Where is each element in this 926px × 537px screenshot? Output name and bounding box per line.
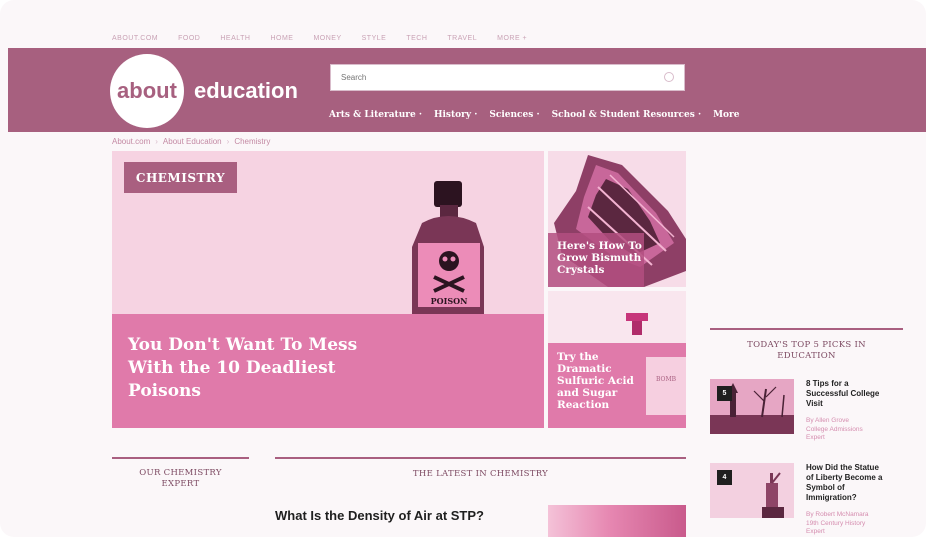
beaker-label: BOMB [656,376,677,383]
logo-word-education: education [194,78,298,103]
byline-line: By Allen Grove [806,417,849,424]
global-nav-item-money[interactable]: MONEY [313,35,341,42]
top-picks-heading: TODAY'S TOP 5 PICKS IN EDUCATION [710,340,903,362]
category-nav-history[interactable]: History · [434,110,477,120]
heading-line: TODAY'S TOP 5 PICKS IN [747,340,866,350]
breadcrumb: About.com › About Education › Chemistry [112,137,270,146]
tile-title-line: Reaction [557,399,610,411]
global-nav-item-food[interactable]: FOOD [178,35,200,42]
site-logo[interactable]: about education [110,54,298,128]
feature-tile-bismuth[interactable]: Here's How To Grow Bismuth Crystals [548,151,686,287]
tile-title-line: Crystals [557,264,605,276]
pick-byline[interactable]: By Allen Grove College Admissions Expert [806,417,903,443]
tile-title: Here's How To Grow Bismuth Crystals [557,240,642,276]
search-icon[interactable] [664,72,674,82]
category-nav-school-resources[interactable]: School & Student Resources · [552,110,702,120]
heading-line: EDUCATION [777,351,836,361]
page: ABOUT.COM FOOD HEALTH HOME MONEY STYLE T… [0,0,926,537]
pick-thumbnail: 5 [710,379,794,434]
pick-title-line: How Did the Statue [806,463,879,472]
site-header: about education Arts & Literature · Hist… [8,48,926,132]
byline-line: By Robert McNamara [806,511,869,518]
global-nav-item-travel[interactable]: TRAVEL [447,35,477,42]
global-nav-item-about[interactable]: ABOUT.COM [112,35,158,42]
pick-title-line: Successful College [806,389,880,398]
pick-title-line: Symbol of [806,483,845,492]
tile-title-line: Grow Bismuth [557,252,642,264]
pick-thumbnail: 4 [710,463,794,518]
pick-title-line: of Liberty Become a [806,473,883,482]
pick-title-line: Visit [806,399,823,408]
latest-heading: THE LATEST IN CHEMISTRY [412,469,549,479]
byline-line: Expert [806,528,825,535]
category-nav-sciences[interactable]: Sciences · [489,110,539,120]
search-box [330,64,685,91]
heading-line: EXPERT [161,479,200,489]
pick-title-line: Immigration? [806,493,857,502]
poison-label-text: POISON [431,296,468,306]
global-nav-item-home[interactable]: HOME [270,35,293,42]
category-tag[interactable]: CHEMISTRY [124,162,237,193]
byline-line: 19th Century History [806,519,866,527]
feature-tile-sulfuric-acid[interactable]: BOMB Try the Dramatic Sulfuric Acid and … [548,291,686,428]
global-nav-item-tech[interactable]: TECH [406,35,427,42]
expert-heading: OUR CHEMISTRY EXPERT [112,468,249,490]
pick-title-line: 8 Tips for a [806,379,849,388]
tile-title-line: Try the [557,351,599,363]
tile-title-line: and Sugar [557,387,618,399]
tile-title-line: Dramatic [557,363,612,375]
category-nav-more[interactable]: More [713,110,739,120]
tile-title-line: Here's How To [557,240,642,252]
breadcrumb-about[interactable]: About.com [112,137,150,146]
heading-line: OUR CHEMISTRY [139,468,222,478]
category-nav: Arts & Literature · History · Sciences ·… [329,110,740,120]
tile-title: Try the Dramatic Sulfuric Acid and Sugar… [557,351,634,411]
section-rule [112,457,249,459]
global-nav: ABOUT.COM FOOD HEALTH HOME MONEY STYLE T… [112,35,527,42]
latest-article-title[interactable]: What Is the Density of Air at STP? [275,508,484,523]
search-input[interactable] [331,65,684,90]
global-nav-item-style[interactable]: STYLE [362,35,387,42]
latest-article-thumbnail[interactable] [548,505,686,537]
breadcrumb-separator: › [155,137,158,146]
hero-title-line: With the 10 Deadliest [128,358,336,378]
byline-line: Expert [806,434,825,441]
section-rule [275,457,686,459]
hero-title-line: You Don't Want To Mess [128,335,358,355]
pick-rank: 4 [717,470,732,485]
breadcrumb-education[interactable]: About Education [163,137,222,146]
section-rule [710,328,903,330]
global-nav-item-health[interactable]: HEALTH [220,35,250,42]
hero-title[interactable]: You Don't Want To Mess With the 10 Deadl… [128,334,418,403]
top-picks: TODAY'S TOP 5 PICKS IN EDUCATION [710,328,903,362]
byline-line: College Admissions [806,425,863,433]
pick-byline[interactable]: By Robert McNamara 19th Century History … [806,511,903,537]
pick-title[interactable]: How Did the Statue of Liberty Become a S… [806,463,903,503]
pick-title[interactable]: 8 Tips for a Successful College Visit [806,379,903,409]
logo-word-about: about [117,78,177,103]
logo-circle: about [110,54,184,128]
breadcrumb-chemistry[interactable]: Chemistry [234,137,270,146]
breadcrumb-separator: › [226,137,230,146]
category-nav-arts[interactable]: Arts & Literature · [329,110,422,120]
hero-feature[interactable]: POISON CHEMISTRY You Don't Want To Mess … [112,151,544,428]
global-nav-item-more[interactable]: MORE + [497,35,527,42]
tile-title-line: Sulfuric Acid [557,375,634,387]
hero-title-line: Poisons [128,381,201,401]
pick-rank: 5 [717,386,732,401]
